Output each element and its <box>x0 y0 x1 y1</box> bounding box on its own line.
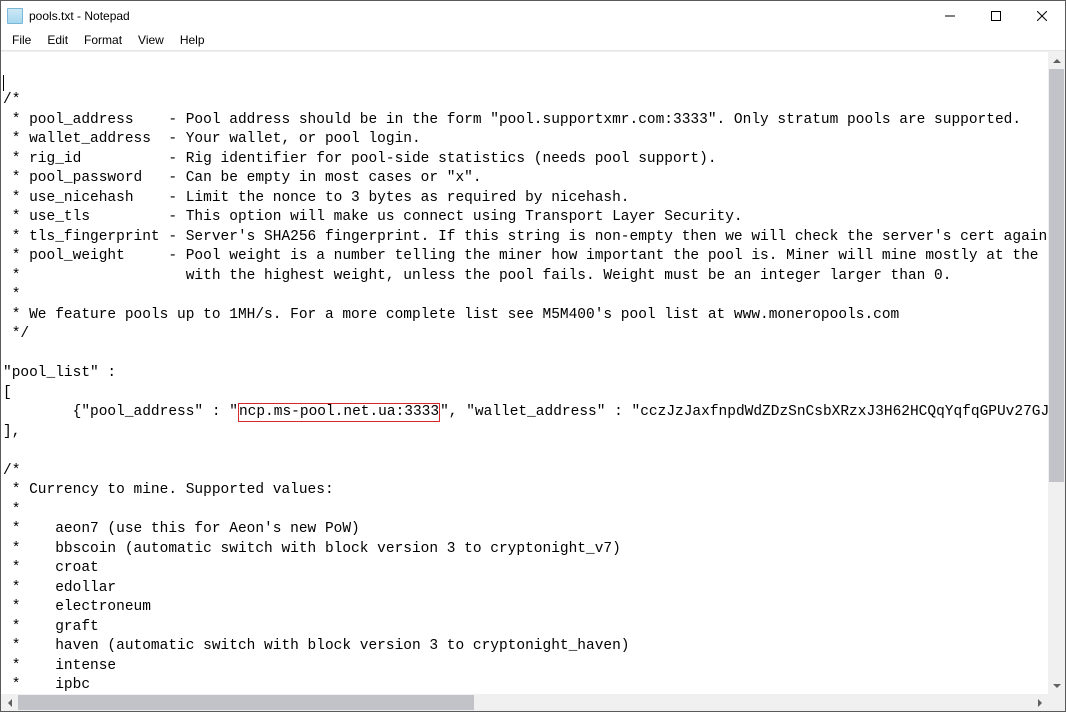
vscroll-track[interactable] <box>1048 69 1065 677</box>
text-line: * pool_password - Can be empty in most c… <box>3 170 482 186</box>
text-line: * We feature pools up to 1MH/s. For a mo… <box>3 307 899 323</box>
minimize-button[interactable] <box>927 1 973 31</box>
minimize-icon <box>945 11 955 21</box>
text-line: * tls_fingerprint - Server's SHA256 fing… <box>3 229 1048 245</box>
hscroll-thumb[interactable] <box>18 695 474 710</box>
text-line: * graft <box>3 619 99 635</box>
text-line: * rig_id - Rig identifier for pool-side … <box>3 151 717 167</box>
chevron-up-icon <box>1053 59 1061 63</box>
text-line: * wallet_address - Your wallet, or pool … <box>3 131 421 147</box>
menu-view[interactable]: View <box>131 31 171 49</box>
text-line: * edollar <box>3 580 116 596</box>
pool-entry-prefix: {"pool_address" : " <box>3 404 238 420</box>
text-caret <box>3 75 4 91</box>
text-line: * haven (automatic switch with block ver… <box>3 638 630 654</box>
chevron-left-icon <box>8 699 12 707</box>
text-line: * croat <box>3 560 99 576</box>
scroll-left-button[interactable] <box>1 694 18 711</box>
text-line: ], <box>3 424 20 440</box>
menu-format[interactable]: Format <box>77 31 129 49</box>
text-line: * pool_weight - Pool weight is a number … <box>3 248 1048 264</box>
text-line: * bbscoin (automatic switch with block v… <box>3 541 621 557</box>
text-area-wrapper: /* * pool_address - Pool address should … <box>1 51 1065 711</box>
text-line-pool-entry: {"pool_address" : "ncp.ms-pool.net.ua:33… <box>3 404 1048 420</box>
scroll-up-button[interactable] <box>1048 52 1065 69</box>
text-line: "pool_list" : <box>3 365 116 381</box>
text-line: * use_nicehash - Limit the nonce to 3 by… <box>3 190 630 206</box>
text-line: [ <box>3 385 12 401</box>
text-line: * intense <box>3 658 116 674</box>
text-line: * <box>3 502 20 518</box>
chevron-right-icon <box>1038 699 1042 707</box>
chevron-down-icon <box>1053 684 1061 688</box>
vertical-scrollbar[interactable] <box>1048 52 1065 694</box>
menu-help[interactable]: Help <box>173 31 212 49</box>
window-title: pools.txt - Notepad <box>29 9 130 23</box>
vscroll-thumb[interactable] <box>1049 69 1064 482</box>
scroll-right-button[interactable] <box>1031 694 1048 711</box>
close-icon <box>1037 11 1047 21</box>
text-line: * with the highest weight, unless the po… <box>3 268 951 284</box>
pool-entry-suffix: ", "wallet_address" : "cczJzJaxfnpdWdZDz… <box>440 404 1048 420</box>
text-line: * ipbc <box>3 677 90 693</box>
maximize-button[interactable] <box>973 1 1019 31</box>
text-line: * Currency to mine. Supported values: <box>3 482 334 498</box>
text-area[interactable]: /* * pool_address - Pool address should … <box>1 52 1048 694</box>
text-line: /* <box>3 463 20 479</box>
text-line: /* <box>3 92 20 108</box>
scrollbar-corner <box>1048 694 1065 711</box>
titlebar[interactable]: pools.txt - Notepad <box>1 1 1065 31</box>
horizontal-scrollbar[interactable] <box>1 694 1048 711</box>
text-line: * use_tls - This option will make us con… <box>3 209 743 225</box>
maximize-icon <box>991 11 1001 21</box>
text-line: * pool_address - Pool address should be … <box>3 112 1021 128</box>
pool-address-highlight: ncp.ms-pool.net.ua:3333 <box>238 403 440 422</box>
notepad-window: pools.txt - Notepad File Edit Format Vie… <box>0 0 1066 712</box>
scroll-down-button[interactable] <box>1048 677 1065 694</box>
menubar: File Edit Format View Help <box>1 31 1065 51</box>
menu-edit[interactable]: Edit <box>40 31 75 49</box>
text-line: */ <box>3 326 29 342</box>
text-line: * aeon7 (use this for Aeon's new PoW) <box>3 521 360 537</box>
menu-file[interactable]: File <box>5 31 38 49</box>
notepad-app-icon <box>7 8 23 24</box>
window-controls <box>927 1 1065 31</box>
text-line: * <box>3 287 20 303</box>
text-line: * electroneum <box>3 599 151 615</box>
close-button[interactable] <box>1019 1 1065 31</box>
hscroll-track[interactable] <box>18 694 1031 711</box>
